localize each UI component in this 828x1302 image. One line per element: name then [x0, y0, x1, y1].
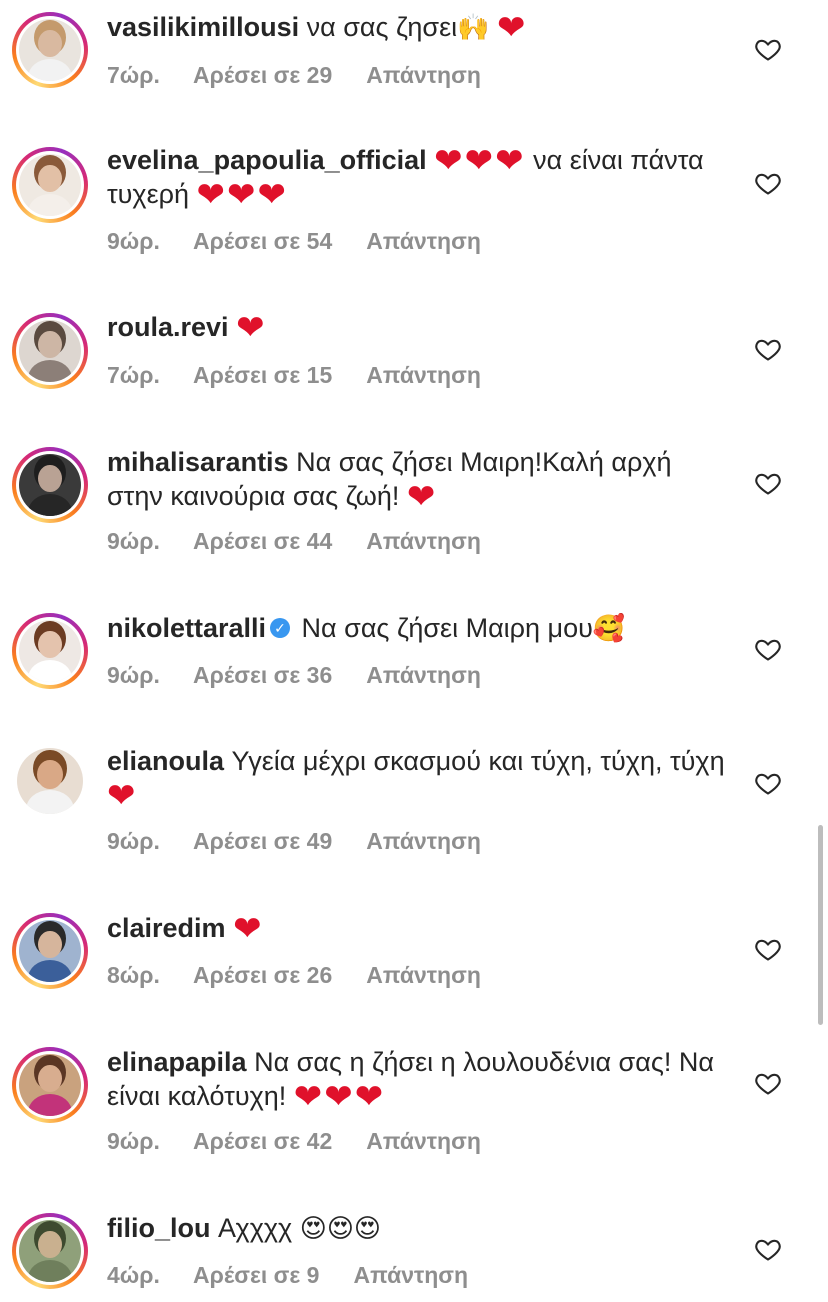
avatar[interactable]	[12, 613, 88, 689]
comment-body: Αχχχχ	[210, 1213, 300, 1243]
reply-button[interactable]: Απάντηση	[366, 962, 481, 989]
red-heart-emoji: ❤	[236, 309, 267, 347]
comment-meta: 9ώρ. Αρέσει σε 44 Απάντηση	[107, 528, 481, 555]
comment-meta: 4ώρ. Αρέσει σε 9 Απάντηση	[107, 1262, 468, 1289]
red-heart-emoji: ❤❤❤	[196, 176, 288, 214]
reply-button[interactable]: Απάντηση	[366, 528, 481, 555]
comment-text: filio_lou Αχχχχ 😍😍😍	[107, 1211, 727, 1245]
comment-likes[interactable]: Αρέσει σε 49	[193, 828, 332, 855]
smiling-face-with-hearts-emoji: 🥰	[592, 613, 626, 643]
comment-username[interactable]: nikolettaralli	[107, 613, 266, 643]
comment-likes[interactable]: Αρέσει σε 36	[193, 662, 332, 689]
comment-username[interactable]: elianoula	[107, 746, 224, 776]
comment-meta: 9ώρ. Αρέσει σε 49 Απάντηση	[107, 828, 481, 855]
comment-body: Να σας ζήσει Μαιρη μου	[294, 613, 593, 643]
raised-hands-emoji: 🙌	[457, 12, 490, 42]
heart-outline-icon[interactable]	[754, 935, 782, 963]
comment-likes[interactable]: Αρέσει σε 15	[193, 362, 332, 389]
comment-username[interactable]: roula.revi	[107, 312, 229, 342]
red-heart-emoji: ❤	[233, 910, 264, 948]
avatar[interactable]	[12, 743, 88, 819]
comment-meta: 9ώρ. Αρέσει σε 42 Απάντηση	[107, 1128, 481, 1155]
comment-text: elinapapila Να σας η ζήσει η λουλουδένια…	[107, 1045, 727, 1116]
comment-meta: 9ώρ. Αρέσει σε 54 Απάντηση	[107, 228, 481, 255]
comment-time: 9ώρ.	[107, 662, 160, 688]
comment-text: vasilikimillousi να σας ζησει🙌 ❤	[107, 9, 727, 47]
red-heart-emoji: ❤	[497, 9, 528, 47]
comment-username[interactable]: filio_lou	[107, 1213, 211, 1243]
avatar[interactable]	[12, 313, 88, 389]
comment-body: να σας ζησει	[299, 12, 458, 42]
heart-outline-icon[interactable]	[754, 1069, 782, 1097]
comment-text: mihalisarantis Να σας ζήσει Μαιρη!Καλή α…	[107, 445, 727, 516]
heart-eyes-emoji: 😍😍😍	[299, 1213, 382, 1243]
verified-badge-icon: ✓	[270, 617, 291, 638]
comment-username[interactable]: vasilikimillousi	[107, 12, 299, 42]
red-heart-emoji: ❤	[107, 777, 138, 815]
scrollbar[interactable]	[818, 825, 823, 1025]
comment-time: 7ώρ.	[107, 62, 160, 88]
reply-button[interactable]: Απάντηση	[366, 1128, 481, 1155]
comment-time: 9ώρ.	[107, 528, 160, 554]
heart-outline-icon[interactable]	[754, 335, 782, 363]
avatar[interactable]	[12, 1213, 88, 1289]
comment-time: 8ώρ.	[107, 962, 160, 988]
reply-button[interactable]: Απάντηση	[366, 362, 481, 389]
comment-likes[interactable]: Αρέσει σε 42	[193, 1128, 332, 1155]
heart-outline-icon[interactable]	[754, 169, 782, 197]
comment-body: Υγεία μέχρι σκασμού και τύχη, τύχη, τύχη	[224, 746, 725, 776]
comment-time: 4ώρ.	[107, 1262, 160, 1288]
comment-text: evelina_papoulia_official ❤❤❤ να είναι π…	[107, 142, 727, 214]
reply-button[interactable]: Απάντηση	[366, 828, 481, 855]
comment-username[interactable]: elinapapila	[107, 1047, 247, 1077]
red-heart-emoji: ❤❤❤	[434, 142, 526, 180]
red-heart-emoji: ❤❤❤	[293, 1078, 386, 1116]
comment-meta: 9ώρ. Αρέσει σε 36 Απάντηση	[107, 662, 481, 689]
avatar[interactable]	[12, 913, 88, 989]
comment-username[interactable]: evelina_papoulia_official	[107, 145, 427, 175]
comment-text: nikolettaralli ✓ Να σας ζήσει Μαιρη μου🥰	[107, 611, 727, 645]
comment-username[interactable]: clairedim	[107, 913, 226, 943]
heart-outline-icon[interactable]	[754, 469, 782, 497]
comment-text: elianoula Υγεία μέχρι σκασμού και τύχη, …	[107, 744, 727, 815]
comment-username[interactable]: mihalisarantis	[107, 447, 289, 477]
comment-text: clairedim ❤	[107, 910, 727, 948]
comment-likes[interactable]: Αρέσει σε 44	[193, 528, 332, 555]
comment-text: roula.revi ❤	[107, 309, 727, 347]
heart-outline-icon[interactable]	[754, 1235, 782, 1263]
reply-button[interactable]: Απάντηση	[366, 62, 481, 89]
avatar[interactable]	[12, 12, 88, 88]
comment-time: 9ώρ.	[107, 1128, 160, 1154]
heart-outline-icon[interactable]	[754, 635, 782, 663]
avatar[interactable]	[12, 147, 88, 223]
comment-meta: 7ώρ. Αρέσει σε 29 Απάντηση	[107, 62, 481, 89]
reply-button[interactable]: Απάντηση	[366, 662, 481, 689]
comment-meta: 7ώρ. Αρέσει σε 15 Απάντηση	[107, 362, 481, 389]
comment-meta: 8ώρ. Αρέσει σε 26 Απάντηση	[107, 962, 481, 989]
comment-likes[interactable]: Αρέσει σε 9	[193, 1262, 319, 1289]
comment-time: 9ώρ.	[107, 828, 160, 854]
comment-likes[interactable]: Αρέσει σε 29	[193, 62, 332, 89]
heart-outline-icon[interactable]	[754, 769, 782, 797]
reply-button[interactable]: Απάντηση	[353, 1262, 468, 1289]
avatar[interactable]	[12, 447, 88, 523]
heart-outline-icon[interactable]	[754, 35, 782, 63]
comment-likes[interactable]: Αρέσει σε 54	[193, 228, 332, 255]
red-heart-emoji: ❤	[406, 478, 438, 516]
reply-button[interactable]: Απάντηση	[366, 228, 481, 255]
avatar[interactable]	[12, 1047, 88, 1123]
comment-time: 7ώρ.	[107, 362, 160, 388]
comment-time: 9ώρ.	[107, 228, 160, 254]
comment-likes[interactable]: Αρέσει σε 26	[193, 962, 332, 989]
